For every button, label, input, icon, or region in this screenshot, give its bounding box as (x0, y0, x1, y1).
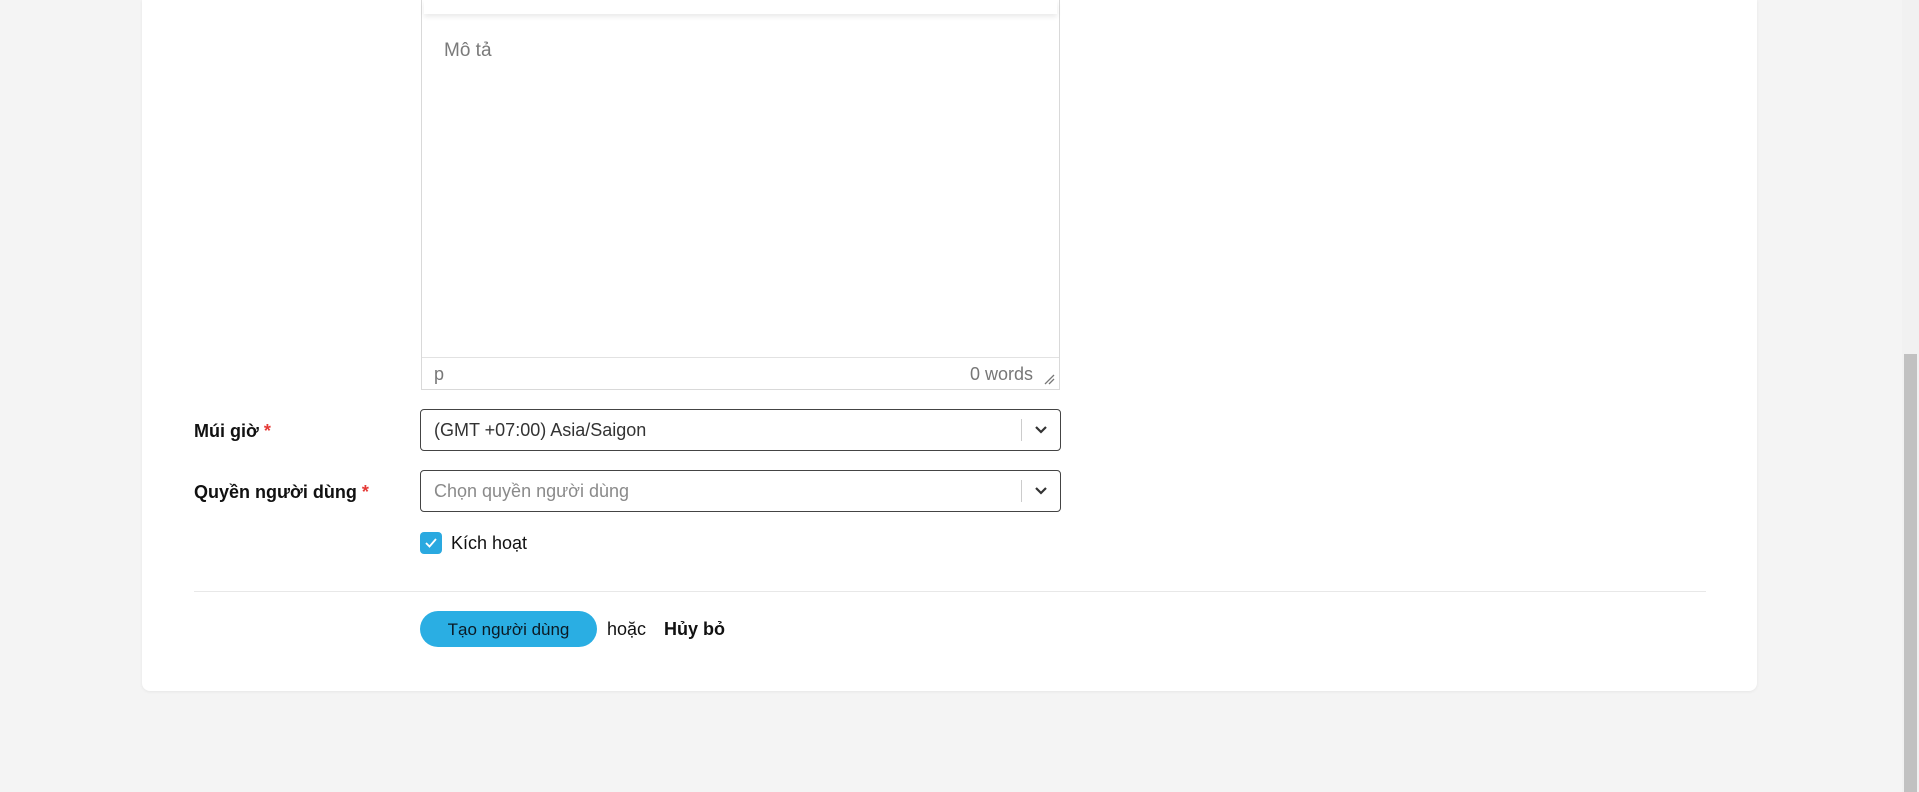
description-editor[interactable]: Mô tả p 0 words (421, 0, 1060, 390)
editor-element-path[interactable]: p (434, 364, 444, 385)
cancel-link[interactable]: Hủy bỏ (664, 619, 725, 640)
or-text: hoặc (607, 619, 647, 639)
check-icon (425, 538, 437, 548)
resize-handle-icon[interactable] (1043, 373, 1055, 385)
scrollbar-thumb[interactable] (1904, 354, 1917, 792)
page-scrollbar[interactable] (1902, 0, 1919, 792)
role-label-text: Quyền người dùng (194, 482, 357, 502)
role-select-placeholder: Chọn quyền người dùng (434, 481, 629, 501)
select-separator (1021, 480, 1022, 502)
description-placeholder[interactable]: Mô tả (444, 40, 492, 62)
form-divider (194, 591, 1706, 592)
chevron-down-icon[interactable] (1032, 482, 1050, 500)
timezone-select[interactable]: (GMT +07:00) Asia/Saigon (420, 409, 1061, 451)
chevron-down-icon[interactable] (1032, 421, 1050, 439)
timezone-label-text: Múi giờ (194, 421, 259, 441)
role-select[interactable]: Chọn quyền người dùng (420, 470, 1061, 512)
editor-toolbar (424, 0, 1057, 14)
create-user-button[interactable]: Tạo người dùng (420, 611, 597, 647)
timezone-select-value: (GMT +07:00) Asia/Saigon (434, 420, 647, 440)
timezone-label: Múi giờ * (194, 421, 271, 442)
active-checkbox[interactable] (420, 532, 442, 554)
required-mark: * (361, 482, 369, 502)
required-mark: * (263, 421, 271, 441)
select-separator (1021, 419, 1022, 441)
form-card: Mô tả p 0 words Múi giờ * (GMT +07:00) A… (142, 0, 1757, 691)
editor-word-count[interactable]: 0 words (970, 364, 1033, 385)
role-label: Quyền người dùng * (194, 482, 369, 503)
active-checkbox-label[interactable]: Kích hoạt (451, 533, 527, 554)
editor-statusbar: p 0 words (422, 357, 1059, 389)
